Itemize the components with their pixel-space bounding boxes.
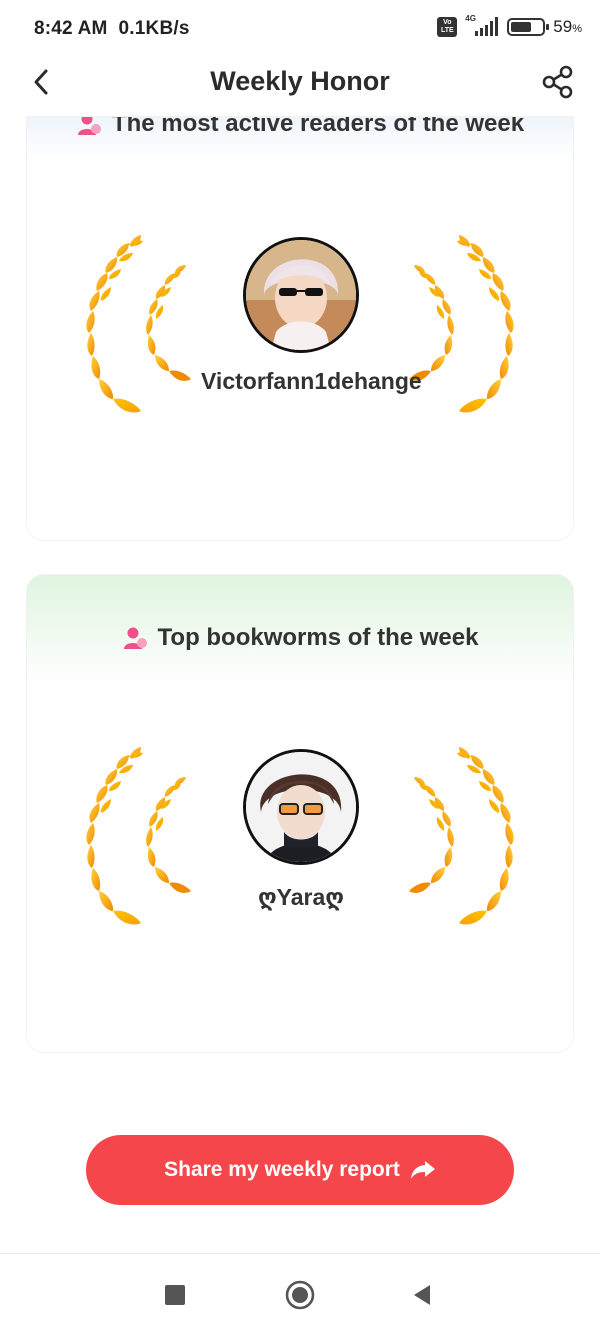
- most-active-readers-card: The most active readers of the week Vict…: [26, 116, 574, 541]
- status-bar: 8:42 AM 0.1KB/s Vo LTE 4G 59%: [0, 0, 600, 60]
- share-button[interactable]: [540, 64, 576, 100]
- square-icon: [165, 1285, 185, 1305]
- avatar-dark-hair-glasses-icon: [246, 752, 356, 862]
- top-bookworms-card: Top bookworms of the week ღYaraღ: [26, 574, 574, 1053]
- battery-icon: [507, 18, 550, 36]
- person-icon: [77, 117, 101, 135]
- laurel-left-icon: [86, 235, 191, 413]
- page-title: Weekly Honor: [210, 66, 390, 96]
- nav-back-button[interactable]: [407, 1280, 437, 1310]
- section-title: Top bookworms of the week: [27, 624, 573, 652]
- recents-button[interactable]: [160, 1280, 190, 1310]
- share-nodes-icon: [542, 65, 573, 99]
- header: Weekly Honor: [0, 60, 600, 114]
- avatar-white-hair-sunglasses-icon: [246, 240, 356, 350]
- avatar[interactable]: [243, 749, 359, 865]
- circle-icon: [285, 1280, 315, 1310]
- system-nav-bar: [0, 1253, 600, 1333]
- home-button[interactable]: [285, 1280, 315, 1310]
- laurel-left-icon: [86, 747, 191, 925]
- status-time: 8:42 AM 0.1KB/s: [34, 18, 190, 39]
- signal-icon: 4G: [465, 14, 499, 38]
- volte-icon: Vo LTE: [437, 17, 458, 37]
- share-report-label: Share my weekly report: [164, 1158, 400, 1181]
- status-icons: Vo LTE 4G 59%: [437, 14, 582, 38]
- share-arrow-icon: [410, 1161, 435, 1179]
- section-title: The most active readers of the week: [27, 117, 573, 138]
- user-name: ღYaraღ: [257, 884, 345, 910]
- person-icon: [123, 627, 147, 649]
- share-report-button[interactable]: Share my weekly report: [86, 1135, 514, 1205]
- laurel-right-icon: [409, 747, 514, 925]
- battery-percent: 59%: [553, 17, 582, 36]
- avatar[interactable]: [243, 237, 359, 353]
- triangle-back-icon: [414, 1285, 430, 1305]
- user-name: Victorfann1dehange: [201, 368, 422, 394]
